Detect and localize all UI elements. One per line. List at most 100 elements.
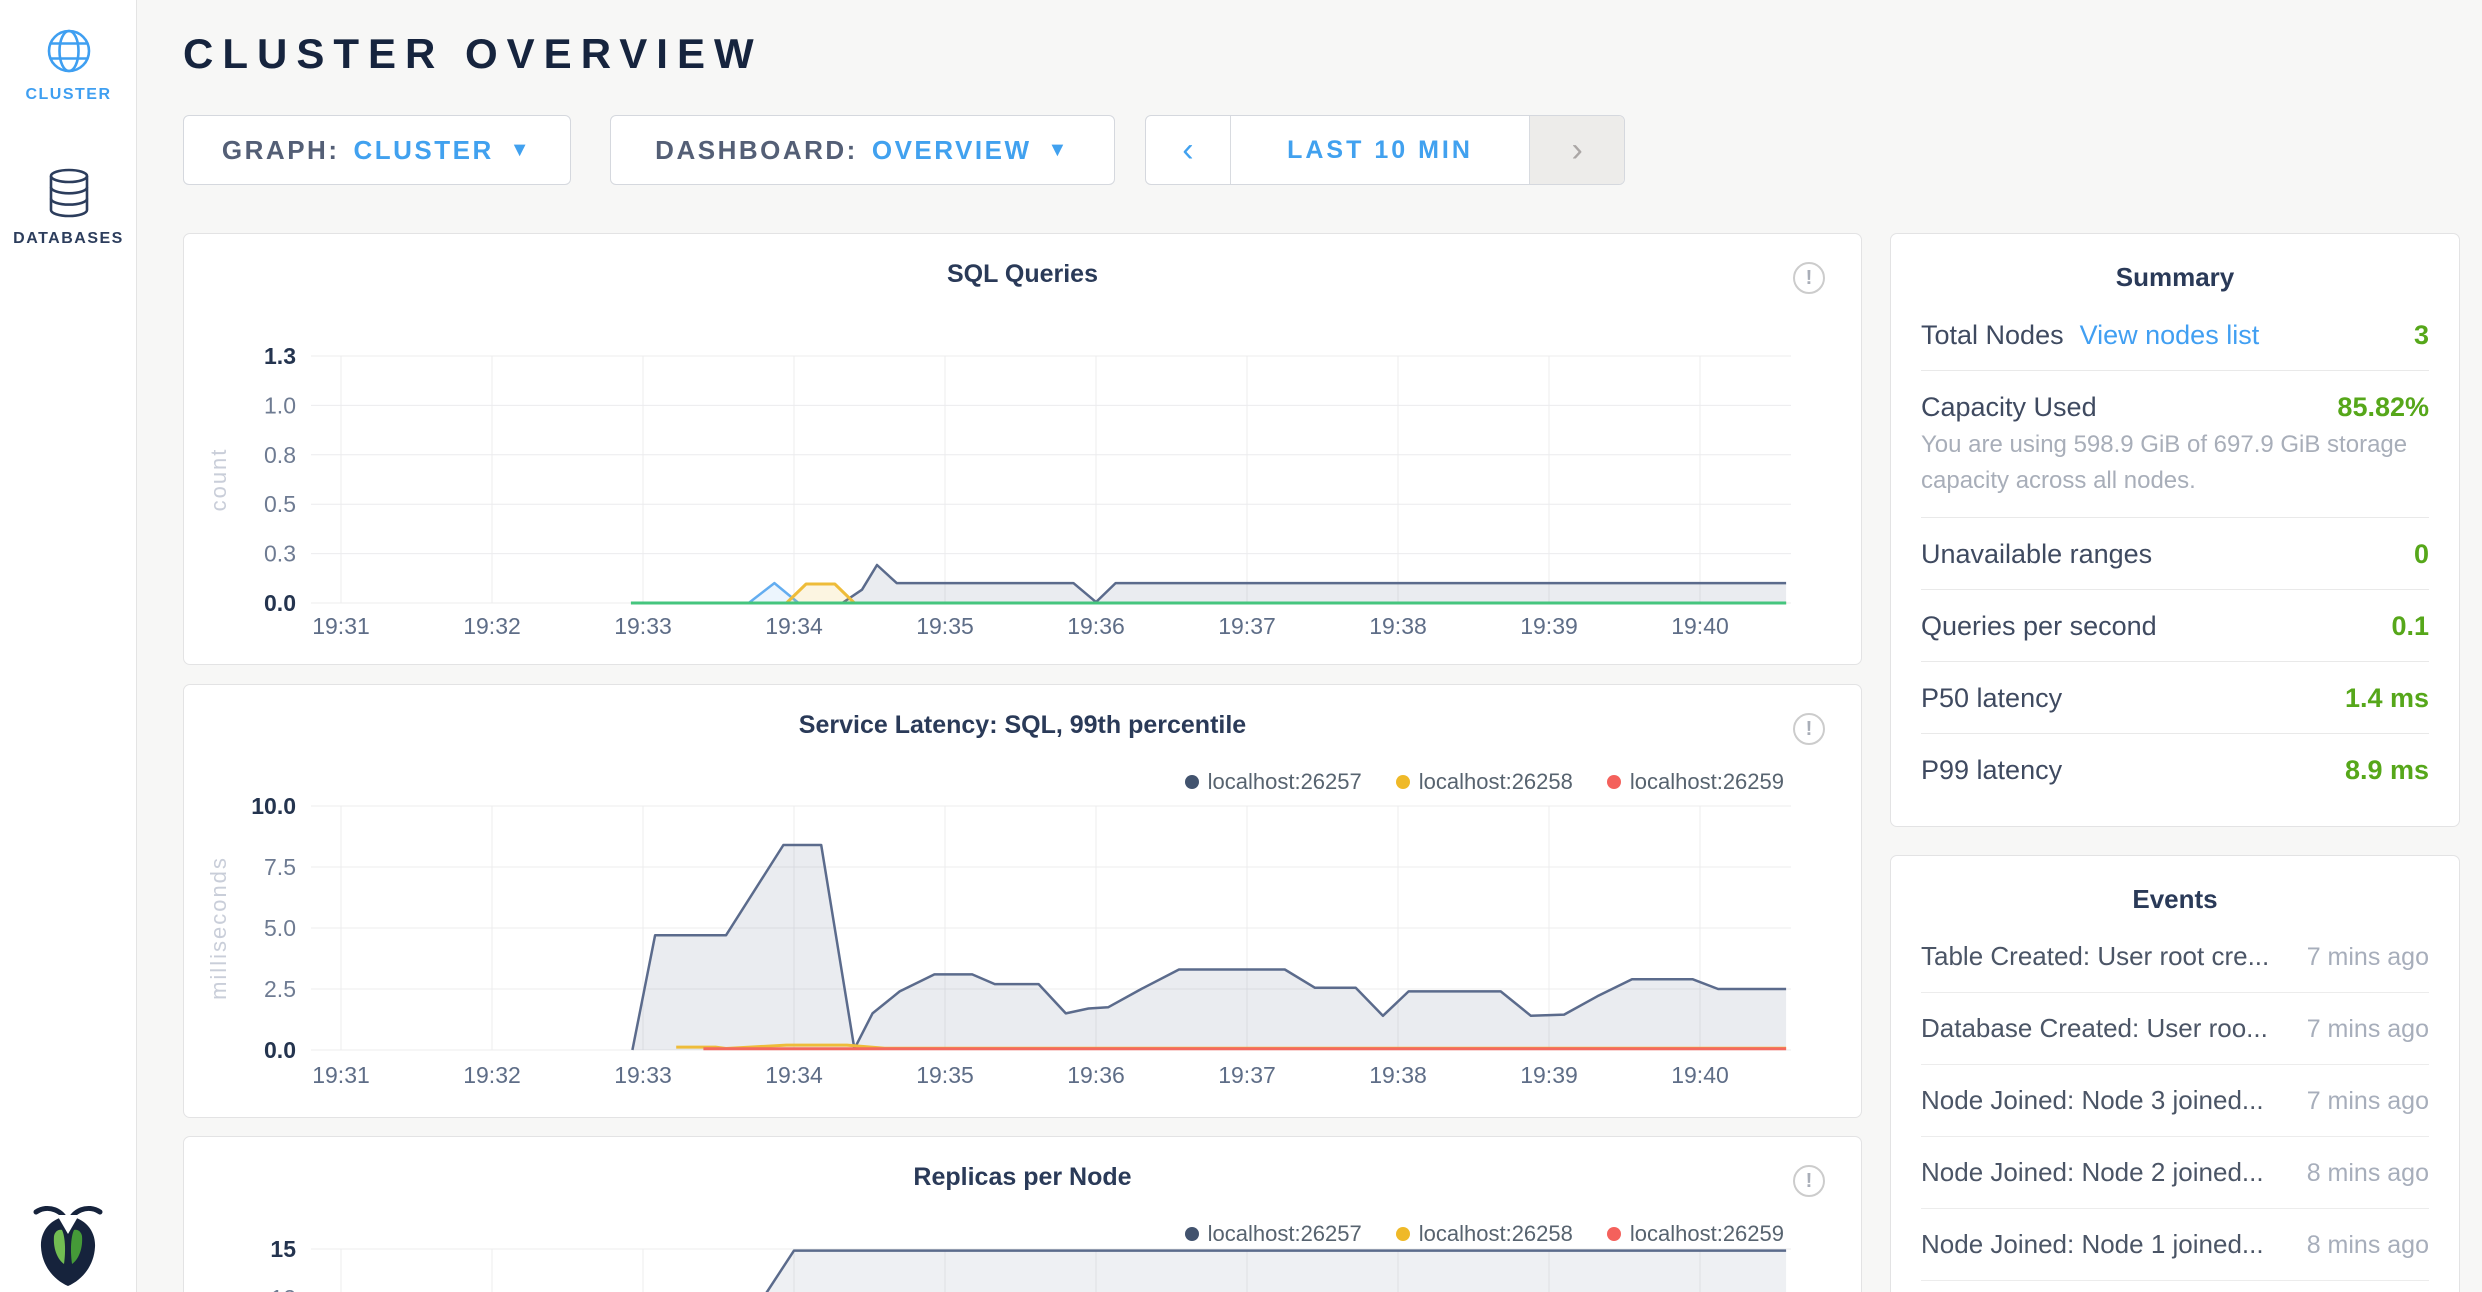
svg-text:19:31: 19:31 bbox=[312, 613, 370, 639]
event-text: Table Created: User root cre... bbox=[1921, 941, 2269, 972]
svg-text:1.0: 1.0 bbox=[264, 392, 296, 418]
events-panel: Events Table Created: User root cre... 7 … bbox=[1890, 855, 2460, 1292]
summary-row-value: 85.82% bbox=[2337, 392, 2429, 423]
summary-row: Capacity Used85.82% bbox=[1921, 371, 2429, 427]
replicas-per-node-chart: 1512963019:3119:3219:3319:3419:3519:3619… bbox=[184, 1137, 1863, 1292]
legend-item[interactable]: localhost:26259 bbox=[1607, 769, 1784, 795]
event-row[interactable]: Table Created: User root cre... 7 mins ag… bbox=[1921, 921, 2429, 993]
event-row[interactable]: Node Joined: Node 1 joined... 8 mins ago bbox=[1921, 1209, 2429, 1281]
svg-text:19:34: 19:34 bbox=[765, 1062, 823, 1088]
event-text: Node Joined: Node 2 joined... bbox=[1921, 1157, 2264, 1188]
time-range-prev-button[interactable]: ‹ bbox=[1146, 116, 1231, 184]
chart-title: SQL Queries bbox=[184, 260, 1861, 289]
svg-text:0.5: 0.5 bbox=[264, 491, 296, 517]
legend-item[interactable]: localhost:26258 bbox=[1396, 769, 1573, 795]
legend-label: localhost:26258 bbox=[1419, 1221, 1573, 1247]
replicas-per-node-chart-panel: 1512963019:3119:3219:3319:3419:3519:3619… bbox=[183, 1136, 1862, 1292]
chart-title: Service Latency: SQL, 99th percentile bbox=[184, 711, 1861, 740]
chevron-left-icon: ‹ bbox=[1182, 131, 1193, 170]
svg-text:0.8: 0.8 bbox=[264, 442, 296, 468]
event-text: Node Joined: Node 1 joined... bbox=[1921, 1229, 2264, 1260]
summary-row-label: Unavailable ranges bbox=[1921, 539, 2152, 570]
legend-item[interactable]: localhost:26259 bbox=[1607, 1221, 1784, 1247]
dashboard-dropdown[interactable]: DASHBOARD: OVERVIEW ▼ bbox=[610, 115, 1115, 185]
chart-title: Replicas per Node bbox=[184, 1163, 1861, 1192]
summary-row-label: Total Nodes bbox=[1921, 320, 2064, 351]
legend-label: localhost:26259 bbox=[1630, 1221, 1784, 1247]
event-time: 7 mins ago bbox=[2307, 943, 2429, 972]
summary-row-label: Queries per second bbox=[1921, 611, 2157, 642]
cluster-overview-page: { "sidebar": { "items": [ { "label": "CL… bbox=[0, 0, 2482, 1292]
summary-row: P50 latency1.4 ms bbox=[1921, 662, 2429, 734]
svg-text:19:37: 19:37 bbox=[1218, 1062, 1276, 1088]
legend-item[interactable]: localhost:26257 bbox=[1185, 1221, 1362, 1247]
event-text: Database Created: User roo... bbox=[1921, 1013, 2268, 1044]
sql-queries-chart-panel: 1.31.00.80.50.30.019:3119:3219:3319:3419… bbox=[183, 233, 1862, 665]
svg-text:19:36: 19:36 bbox=[1067, 613, 1125, 639]
svg-text:0.3: 0.3 bbox=[264, 541, 296, 567]
svg-text:15: 15 bbox=[270, 1236, 296, 1262]
summary-row: Unavailable ranges0 bbox=[1921, 518, 2429, 590]
service-latency-chart: 10.07.55.02.50.019:3119:3219:3319:3419:3… bbox=[184, 685, 1863, 1119]
event-row[interactable]: Node Joined: Node 2 joined... 8 mins ago bbox=[1921, 1137, 2429, 1209]
summary-row: P99 latency8.9 ms bbox=[1921, 734, 2429, 805]
summary-rows: Total Nodes View nodes list 3 Capacity Used… bbox=[1891, 293, 2459, 805]
info-icon[interactable]: ! bbox=[1793, 1165, 1825, 1197]
svg-text:19:36: 19:36 bbox=[1067, 1062, 1125, 1088]
globe-icon bbox=[44, 26, 94, 76]
svg-text:19:38: 19:38 bbox=[1369, 613, 1427, 639]
legend-dot-icon bbox=[1396, 1227, 1410, 1241]
info-icon[interactable]: ! bbox=[1793, 262, 1825, 294]
info-icon[interactable]: ! bbox=[1793, 713, 1825, 745]
svg-text:19:37: 19:37 bbox=[1218, 613, 1276, 639]
svg-text:count: count bbox=[206, 448, 231, 512]
graph-dropdown-label: GRAPH: bbox=[222, 135, 340, 166]
cockroachdb-logo bbox=[30, 1198, 106, 1288]
svg-text:5.0: 5.0 bbox=[264, 915, 296, 941]
legend-label: localhost:26258 bbox=[1419, 769, 1573, 795]
legend-label: localhost:26259 bbox=[1630, 769, 1784, 795]
summary-row-value: 0.1 bbox=[2391, 611, 2429, 642]
svg-text:2.5: 2.5 bbox=[264, 976, 296, 1002]
svg-text:19:31: 19:31 bbox=[312, 1062, 370, 1088]
svg-text:19:35: 19:35 bbox=[916, 1062, 974, 1088]
service-latency-chart-panel: 10.07.55.02.50.019:3119:3219:3319:3419:3… bbox=[183, 684, 1862, 1118]
sidebar-item-cluster[interactable]: CLUSTER bbox=[0, 26, 137, 104]
summary-row-value: 8.9 ms bbox=[2345, 755, 2429, 786]
summary-title: Summary bbox=[1891, 234, 2459, 293]
chart-legend: localhost:26257 localhost:26258 localhost:… bbox=[1185, 1221, 1784, 1247]
event-time: 7 mins ago bbox=[2307, 1087, 2429, 1116]
svg-text:19:32: 19:32 bbox=[463, 613, 521, 639]
view-nodes-list-link[interactable]: View nodes list bbox=[2080, 320, 2260, 351]
legend-item[interactable]: localhost:26257 bbox=[1185, 769, 1362, 795]
time-range-label[interactable]: LAST 10 MIN bbox=[1231, 116, 1529, 184]
svg-text:19:32: 19:32 bbox=[463, 1062, 521, 1088]
event-row[interactable]: Database Created: User roo... 7 mins ago bbox=[1921, 993, 2429, 1065]
event-time: 7 mins ago bbox=[2307, 1015, 2429, 1044]
svg-text:19:39: 19:39 bbox=[1520, 613, 1578, 639]
svg-text:7.5: 7.5 bbox=[264, 854, 296, 880]
event-time: 8 mins ago bbox=[2307, 1231, 2429, 1260]
time-range-next-button[interactable]: › bbox=[1529, 116, 1624, 184]
legend-item[interactable]: localhost:26258 bbox=[1396, 1221, 1573, 1247]
legend-label: localhost:26257 bbox=[1208, 1221, 1362, 1247]
svg-text:19:33: 19:33 bbox=[614, 1062, 672, 1088]
legend-dot-icon bbox=[1396, 775, 1410, 789]
sidebar-item-databases[interactable]: DATABASES bbox=[0, 168, 137, 248]
event-row[interactable]: Node Joined: Node 3 joined...7 mins ago bbox=[1921, 1065, 2429, 1137]
chevron-down-icon: ▼ bbox=[1048, 139, 1070, 162]
svg-text:19:39: 19:39 bbox=[1520, 1062, 1578, 1088]
legend-dot-icon bbox=[1607, 775, 1621, 789]
chart-legend: localhost:26257 localhost:26258 localhost:… bbox=[1185, 769, 1784, 795]
svg-text:19:38: 19:38 bbox=[1369, 1062, 1427, 1088]
page-title: CLUSTER OVERVIEW bbox=[183, 30, 763, 78]
svg-text:0.0: 0.0 bbox=[264, 1037, 296, 1063]
summary-row-value: 3 bbox=[2414, 320, 2429, 351]
svg-text:12: 12 bbox=[270, 1285, 296, 1292]
events-title: Events bbox=[1891, 856, 2459, 915]
events-rows: Table Created: User root cre... 7 mins ag… bbox=[1891, 915, 2459, 1281]
sidebar: CLUSTER DATABASES bbox=[0, 0, 137, 1292]
event-time: 8 mins ago bbox=[2307, 1159, 2429, 1188]
time-range-selector: ‹ LAST 10 MIN › bbox=[1145, 115, 1625, 185]
graph-dropdown[interactable]: GRAPH: CLUSTER ▼ bbox=[183, 115, 571, 185]
